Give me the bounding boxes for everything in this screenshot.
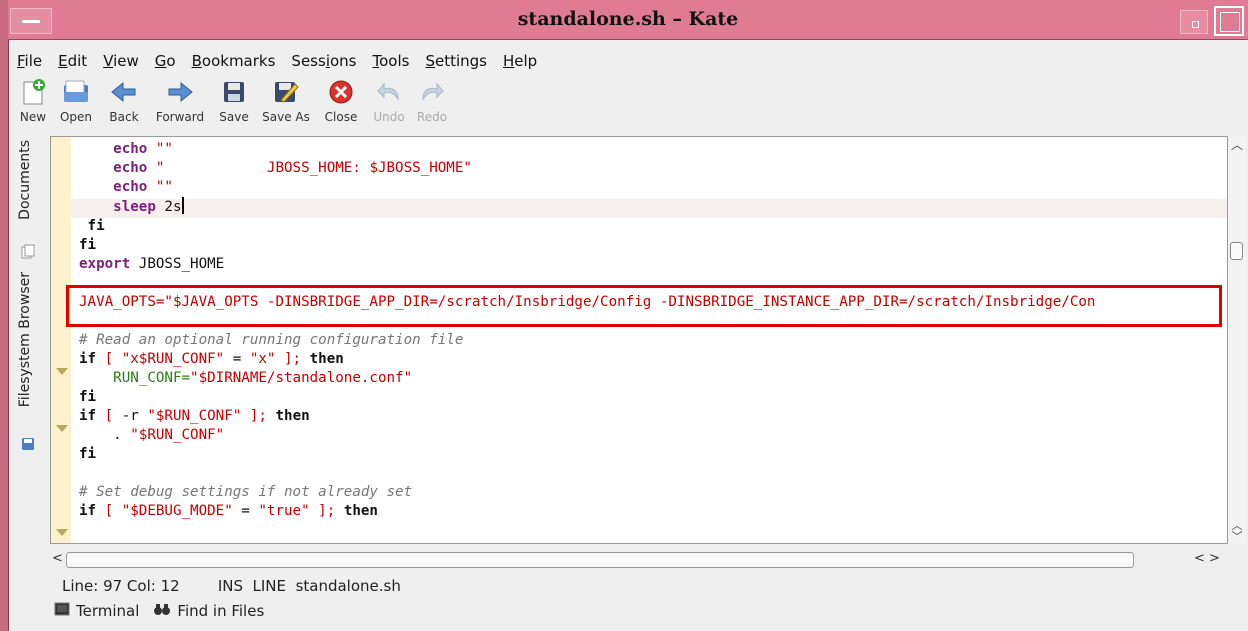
- new-button[interactable]: New: [14, 78, 52, 130]
- code-line: # Read an optional running configuration…: [79, 332, 464, 348]
- binoculars-icon: [153, 602, 171, 620]
- code-line: if [ "$DEBUG_MODE" = "true" ]; then: [79, 503, 378, 519]
- menu-help[interactable]: Help: [495, 49, 545, 73]
- horizontal-scroll-thumb[interactable]: [66, 552, 1134, 568]
- forward-arrow-icon: [165, 78, 195, 106]
- status-filename: standalone.sh: [295, 577, 401, 595]
- code-line: fi: [79, 237, 97, 253]
- side-tab-strip: Documents Filesystem Browser: [9, 134, 47, 594]
- open-folder-icon: [61, 78, 91, 106]
- close-icon: [326, 78, 356, 106]
- menu-sessions[interactable]: Sessions: [283, 49, 364, 73]
- back-arrow-icon: [109, 78, 139, 106]
- filesystem-icon: [21, 436, 35, 456]
- titlebar[interactable]: standalone.sh – Kate: [8, 0, 1248, 40]
- code-line: fi: [79, 446, 97, 462]
- window-frame-left: [0, 0, 9, 631]
- menu-tools[interactable]: Tools: [364, 49, 417, 73]
- redo-button[interactable]: Redo: [412, 78, 452, 130]
- menu-bookmarks[interactable]: Bookmarks: [184, 49, 284, 73]
- text-cursor: [181, 197, 184, 214]
- save-as-button[interactable]: Save As: [256, 78, 316, 130]
- find-in-files-button[interactable]: Find in Files: [153, 602, 264, 620]
- close-button[interactable]: Close: [316, 78, 366, 130]
- code-line: echo "": [113, 141, 173, 157]
- menu-edit[interactable]: Edit: [50, 49, 95, 73]
- highlight-box: [66, 285, 1222, 327]
- bottom-tool-bar: Terminal Find in Files: [54, 602, 264, 620]
- undo-icon: [374, 78, 404, 106]
- menu-go[interactable]: Go: [147, 49, 184, 73]
- code-line: fi: [79, 218, 105, 234]
- code-line: . "$RUN_CONF": [113, 427, 225, 443]
- save-disk-icon: [219, 78, 249, 106]
- scroll-up-icon[interactable]: ︿: [1228, 136, 1246, 152]
- redo-icon: [417, 78, 447, 106]
- terminal-button[interactable]: Terminal: [54, 602, 139, 620]
- documents-icon: [21, 244, 35, 264]
- menubar: File Edit View Go Bookmarks Sessions Too…: [9, 49, 545, 73]
- code-line: fi: [79, 389, 97, 405]
- menu-file[interactable]: File: [9, 49, 50, 73]
- vertical-scroll-thumb[interactable]: [1230, 242, 1243, 260]
- back-button[interactable]: Back: [100, 78, 148, 130]
- code-line: echo "": [113, 179, 173, 195]
- scroll-left-icon[interactable]: <: [52, 551, 63, 566]
- code-line: export JBOSS_HOME: [79, 256, 225, 272]
- maximize-button[interactable]: [1214, 6, 1244, 36]
- save-as-icon: [271, 78, 301, 106]
- new-document-icon: [18, 78, 48, 106]
- code-line: # Set debug settings if not already set: [79, 484, 413, 500]
- fold-marker-icon[interactable]: [56, 368, 68, 375]
- tab-filesystem-browser[interactable]: Filesystem Browser: [17, 272, 33, 407]
- window-title: standalone.sh – Kate: [517, 8, 739, 30]
- code-editor[interactable]: echo "" echo " JBOSS_HOME: $JBOSS_HOME" …: [50, 136, 1228, 544]
- tab-documents[interactable]: Documents: [17, 140, 33, 220]
- menu-view[interactable]: View: [95, 49, 147, 73]
- scroll-down-icon[interactable]: ︿ ﹀: [1228, 520, 1246, 544]
- undo-button[interactable]: Undo: [366, 78, 412, 130]
- code-line: RUN_CONF="$DIRNAME/standalone.conf": [113, 370, 413, 386]
- cursor-position: Line: 97 Col: 12: [62, 577, 180, 595]
- open-button[interactable]: Open: [52, 78, 100, 130]
- fold-marker-icon[interactable]: [56, 529, 68, 536]
- horizontal-scrollbar[interactable]: < < >: [50, 548, 1228, 572]
- code-line: sleep 2s: [113, 197, 184, 215]
- menu-settings[interactable]: Settings: [417, 49, 495, 73]
- code-line: if [ "x$RUN_CONF" = "x" ]; then: [79, 351, 344, 367]
- vertical-scrollbar[interactable]: ︿ ︿ ﹀: [1228, 136, 1246, 544]
- forward-button[interactable]: Forward: [148, 78, 212, 130]
- scroll-right-icon[interactable]: < >: [1194, 551, 1220, 566]
- code-text[interactable]: echo "" echo " JBOSS_HOME: $JBOSS_HOME" …: [79, 140, 1095, 521]
- save-button[interactable]: Save: [212, 78, 256, 130]
- icon-border: [51, 137, 71, 543]
- terminal-icon: [54, 602, 70, 620]
- status-bar: Line: 97 Col: 12 INS LINE standalone.sh: [62, 577, 401, 595]
- edit-mode: INS LINE: [217, 577, 287, 595]
- toolbar: New Open Back Forward Save Save As Close…: [14, 78, 452, 130]
- fold-marker-icon[interactable]: [56, 425, 68, 432]
- minimize-button[interactable]: [1180, 10, 1208, 34]
- code-line: echo " JBOSS_HOME: $JBOSS_HOME": [113, 160, 472, 176]
- code-line: if [ -r "$RUN_CONF" ]; then: [79, 408, 310, 424]
